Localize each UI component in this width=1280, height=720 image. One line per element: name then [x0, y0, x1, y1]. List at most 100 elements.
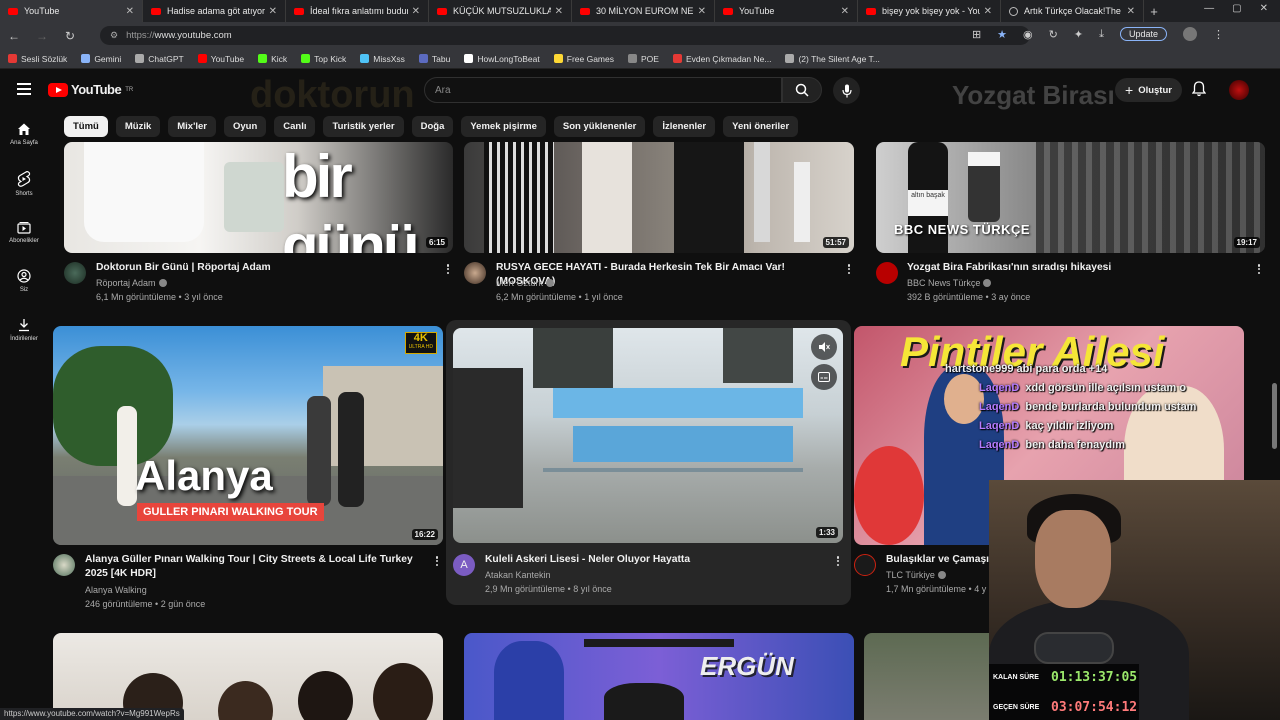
filter-chip[interactable]: Yeni öneriler: [723, 116, 799, 137]
close-tab-icon[interactable]: ✕: [126, 6, 134, 17]
download-icon[interactable]: ⤓: [1099, 28, 1104, 41]
video-title[interactable]: Alanya Güller Pınarı Walking Tour | City…: [85, 553, 430, 581]
video-thumbnail[interactable]: altın başak BBC NEWS TÜRKÇE 19:17: [876, 142, 1265, 253]
video-title[interactable]: Doktorun Bir Günü | Röportaj Adam: [96, 261, 436, 275]
bookmark-item[interactable]: (2) The Silent Age T...: [785, 54, 880, 64]
search-input[interactable]: Ara: [424, 77, 782, 103]
youtube-logo[interactable]: YouTube TR: [48, 82, 133, 97]
filter-chip[interactable]: Canlı: [274, 116, 316, 137]
channel-avatar[interactable]: [854, 554, 876, 576]
bookmark-item[interactable]: Kick: [258, 54, 287, 64]
video-thumbnail[interactable]: ERGÜN: [464, 633, 854, 720]
close-tab-icon[interactable]: ✕: [269, 6, 277, 17]
more-options-icon[interactable]: [444, 262, 452, 276]
video-thumbnail[interactable]: [53, 633, 443, 720]
channel-name[interactable]: Röportaj Adam: [96, 276, 167, 290]
close-tab-icon[interactable]: ✕: [698, 6, 706, 17]
video-preview-player[interactable]: 1:33: [453, 328, 843, 543]
search-button[interactable]: [782, 77, 822, 103]
channel-name[interactable]: Alanya Walking: [85, 583, 147, 597]
channel-avatar[interactable]: A: [453, 554, 475, 576]
channel-name[interactable]: Atakan Kantekin: [485, 568, 551, 582]
account-avatar[interactable]: [1229, 80, 1249, 100]
forward-icon[interactable]: →: [28, 29, 56, 43]
sidebar-item[interactable]: Shorts: [0, 159, 48, 208]
profile-icon[interactable]: [1183, 27, 1197, 41]
channel-name[interactable]: Mert Öztürk: [496, 276, 555, 290]
channel-avatar[interactable]: [464, 262, 486, 284]
more-options-icon[interactable]: [1255, 262, 1263, 276]
sidebar-item[interactable]: Siz: [0, 257, 48, 306]
voice-search-button[interactable]: [833, 77, 860, 104]
bookmark-item[interactable]: HowLongToBeat: [464, 54, 540, 64]
filter-chip[interactable]: Mix'ler: [168, 116, 216, 137]
extension-icon[interactable]: ◉: [1023, 28, 1033, 41]
sidebar-item[interactable]: İndirilenler: [0, 306, 48, 355]
channel-avatar[interactable]: [876, 262, 898, 284]
more-options-icon[interactable]: [845, 262, 853, 276]
create-button[interactable]: + Oluştur: [1115, 78, 1182, 102]
video-title[interactable]: Yozgat Bira Fabrikası'nın sıradışı hikay…: [907, 261, 1247, 275]
browser-tab[interactable]: KÜÇÜK MUTSUZLUKLAR, ÇA ✕: [429, 0, 572, 22]
close-tab-icon[interactable]: ✕: [555, 6, 563, 17]
notifications-button[interactable]: [1191, 81, 1207, 102]
browser-tab[interactable]: 30 MİLYON EUROM NERDE ✕: [572, 0, 715, 22]
sidebar-item[interactable]: Ana Sayfa: [0, 110, 48, 159]
filter-chip[interactable]: Müzik: [115, 116, 161, 137]
bookmark-item[interactable]: YouTube: [197, 54, 244, 64]
browser-tab[interactable]: Hadise adama göt atıyor - YouTube ✕: [143, 0, 286, 22]
menu-icon[interactable]: ⋮: [1213, 28, 1224, 41]
sidebar-item[interactable]: Abonelikler: [0, 208, 48, 257]
install-app-icon[interactable]: ⊞: [972, 28, 981, 41]
filter-chip[interactable]: İzlenenler: [653, 116, 716, 137]
bookmark-item[interactable]: Free Games: [553, 54, 614, 64]
sync-icon[interactable]: ↻: [1049, 28, 1058, 41]
more-options-icon[interactable]: [834, 554, 842, 568]
video-thumbnail[interactable]: bir günü 6:15: [64, 142, 453, 253]
browser-tab[interactable]: İdeal fıkra anlatımı budur. - YouTube ✕: [286, 0, 429, 22]
close-tab-icon[interactable]: ✕: [1127, 6, 1135, 17]
browser-tab[interactable]: YouTube ✕: [0, 0, 143, 22]
bookmark-item[interactable]: Tabu: [418, 54, 450, 64]
back-icon[interactable]: ←: [0, 29, 28, 43]
update-button[interactable]: Update: [1119, 27, 1167, 41]
filter-chip[interactable]: Oyun: [223, 116, 267, 137]
filter-chip[interactable]: Tümü: [64, 116, 108, 137]
bookmark-item[interactable]: Sesli Sözlük: [8, 54, 67, 64]
bookmark-star-icon[interactable]: ★: [997, 28, 1007, 41]
channel-avatar[interactable]: [64, 262, 86, 284]
close-window-icon[interactable]: ✕: [1260, 3, 1268, 14]
reload-icon[interactable]: ↻: [56, 29, 84, 43]
url-field[interactable]: ⚙ https://www.youtube.com: [100, 26, 1030, 45]
channel-avatar[interactable]: [53, 554, 75, 576]
close-tab-icon[interactable]: ✕: [841, 6, 849, 17]
filter-chip[interactable]: Yemek pişirme: [461, 116, 546, 137]
page-scrollbar[interactable]: [1272, 383, 1277, 449]
filter-chip[interactable]: Turistik yerler: [323, 116, 404, 137]
hamburger-menu-icon[interactable]: [17, 83, 31, 95]
close-tab-icon[interactable]: ✕: [984, 6, 992, 17]
close-tab-icon[interactable]: ✕: [412, 6, 420, 17]
video-thumbnail[interactable]: Alanya GULLER PINARI WALKING TOUR 4K ULT…: [53, 326, 443, 545]
bookmark-item[interactable]: ChatGPT: [135, 54, 184, 64]
minimize-icon[interactable]: —: [1204, 3, 1214, 14]
new-tab-button[interactable]: +: [1144, 4, 1164, 19]
filter-chip[interactable]: Doğa: [411, 116, 454, 137]
mute-button[interactable]: [811, 334, 837, 360]
bookmark-item[interactable]: Gemini: [81, 54, 121, 64]
bookmark-item[interactable]: Evden Çıkmadan Ne...: [672, 54, 771, 64]
maximize-icon[interactable]: ▢: [1232, 3, 1241, 14]
filter-chip[interactable]: Son yüklenenler: [553, 116, 646, 137]
extension-puzzle-icon[interactable]: ✦: [1074, 28, 1083, 41]
captions-button[interactable]: [811, 364, 837, 390]
browser-tab[interactable]: YouTube ✕: [715, 0, 858, 22]
channel-name[interactable]: BBC News Türkçe: [907, 276, 992, 290]
more-options-icon[interactable]: [433, 554, 441, 568]
channel-name[interactable]: TLC Türkiye: [886, 568, 946, 582]
video-title[interactable]: Bulaşıklar ve Çamaşır: [886, 553, 996, 567]
video-thumbnail[interactable]: 51:57: [464, 142, 854, 253]
browser-tab[interactable]: Artık Türkçe Olacak!The Silent ✕: [1001, 0, 1144, 22]
bookmark-item[interactable]: Top Kick: [301, 54, 346, 64]
video-title[interactable]: Kuleli Askeri Lisesi - Neler Oluyor Haya…: [485, 553, 825, 567]
browser-tab[interactable]: bişey yok bişey yok - YouTube ✕: [858, 0, 1001, 22]
